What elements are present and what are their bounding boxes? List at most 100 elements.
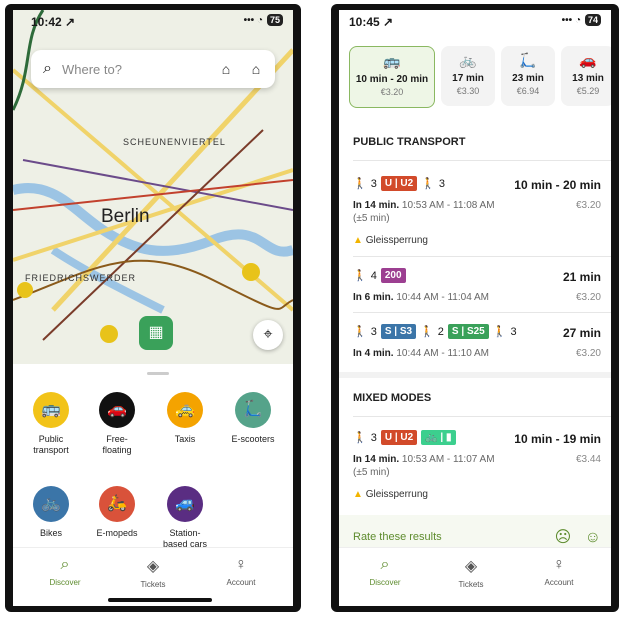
search-input[interactable]: Where to? xyxy=(62,62,215,77)
alert-text: Gleissperrung xyxy=(365,489,428,500)
tab-label: Account xyxy=(544,578,574,587)
locate-me-button[interactable]: ⌖ xyxy=(253,320,283,350)
battery-icon: 74 xyxy=(584,14,601,26)
map-label-berlin: Berlin xyxy=(101,206,150,227)
walk-icon: 🚶 xyxy=(353,432,367,444)
divider xyxy=(353,160,611,161)
tab-tickets[interactable]: ◈ Tickets xyxy=(441,556,501,589)
walk-icon: 🚶 xyxy=(353,270,367,282)
mode-card-bike[interactable]: 🚲 17 min €3.30 xyxy=(441,46,495,106)
status-bar: 10:45 ↗ ••• ◔ 74 xyxy=(339,10,611,34)
battery-icon: 75 xyxy=(266,14,283,26)
tab-bar: ⌕ Discover ◈ Tickets ♀ Account xyxy=(13,547,293,606)
map-label-friedrichswerder: FRIEDRICHSWERDER xyxy=(25,273,137,283)
status-time: 10:42 ↗ xyxy=(31,15,76,29)
bike-share-badge: 🚲 | ▮ xyxy=(421,430,456,445)
walk-icon: 🚶 xyxy=(353,178,367,190)
search-bar[interactable]: ⌕ Where to? ⌂ ⌂ xyxy=(31,50,275,88)
work-icon[interactable]: ⌂ xyxy=(215,61,237,77)
route-option[interactable]: 🚶 3 U | U2 🚲 | ▮ 10 min - 19 min €3.44 In… xyxy=(353,430,601,502)
signal-icon: ••• ◔ xyxy=(243,14,263,26)
divider xyxy=(353,416,611,417)
line-badge: U | U2 xyxy=(380,176,418,191)
signal-icon: ••• ◔ xyxy=(561,14,581,26)
tab-discover[interactable]: ⌕ Discover xyxy=(355,556,415,587)
mode-card-time: 17 min xyxy=(452,73,484,84)
account-icon: ♀ xyxy=(235,556,247,573)
route-price: €3.20 xyxy=(575,292,601,303)
walk-icon: 🚶 xyxy=(492,326,507,338)
walk-minutes: 3 xyxy=(370,177,377,190)
rate-results-label: Rate these results xyxy=(353,531,442,543)
route-duration: 10 min - 19 min xyxy=(514,432,601,446)
mode-scooter[interactable]: 🛴 E-scooters xyxy=(221,392,285,445)
mode-label: Free- floating xyxy=(102,434,132,455)
car-icon: 🚗 xyxy=(579,52,597,68)
mode-card-car[interactable]: 🚗 13 min €5.29 xyxy=(561,46,611,106)
mode-bus[interactable]: 🚌 Public transport xyxy=(19,392,83,456)
time-range: 10:44 AM - 11:10 AM xyxy=(396,348,489,359)
scooter-icon: 🛴 xyxy=(235,392,271,428)
thumbs-up-icon[interactable]: ☺ xyxy=(585,529,601,546)
walk-minutes: 3 xyxy=(438,177,446,190)
route-duration: 27 min xyxy=(562,326,601,340)
mode-cards: 🚌 10 min - 20 min €3.20 🚲 17 min €3.30 🛴… xyxy=(339,46,611,110)
mode-card-public-transport[interactable]: 🚌 10 min - 20 min €3.20 xyxy=(349,46,435,108)
taxi-icon: 🚕 xyxy=(167,392,203,428)
station-car-icon: 🚙 xyxy=(167,486,203,522)
route-times: In 14 min. 10:53 AM - 11:07 AM (±5 min) xyxy=(353,453,503,479)
depart-in: In 14 min. xyxy=(353,200,400,211)
thumbs-down-icon[interactable]: ☹ xyxy=(555,529,572,546)
target-icon: ⌖ xyxy=(263,326,273,343)
mode-moped[interactable]: 🛵 E-mopeds xyxy=(85,486,149,539)
moped-icon: 🛵 xyxy=(99,486,135,522)
home-icon[interactable]: ⌂ xyxy=(245,61,267,77)
mode-label: E-mopeds xyxy=(96,528,138,538)
mode-card-time: 10 min - 20 min xyxy=(355,74,429,85)
mode-card-scooter[interactable]: 🛴 23 min €6.94 xyxy=(501,46,555,106)
alert-text: Gleissperrung xyxy=(365,235,428,246)
route-price: €3.20 xyxy=(575,348,601,359)
tab-account[interactable]: ♀ Account xyxy=(529,556,589,587)
mode-label: Taxis xyxy=(174,434,196,444)
route-option[interactable]: 🚶 3 U | U2 🚶 3 10 min - 20 min €3.20 In 14… xyxy=(353,176,601,248)
route-duration: 21 min xyxy=(562,270,601,284)
mode-taxi[interactable]: 🚕 Taxis xyxy=(153,392,217,445)
route-option[interactable]: 🚶 3 S | S3 🚶 2 S | S25 🚶 3 27 min €3.20 In … xyxy=(353,324,601,364)
tab-account[interactable]: ♀ Account xyxy=(211,556,271,587)
discover-screen: SCHEUNENVIERTEL FRIEDRICHSWERDER Berlin … xyxy=(13,10,293,606)
tab-label: Tickets xyxy=(140,580,166,589)
search-icon: ⌕ xyxy=(380,556,390,573)
status-bar: 10:42 ↗ ••• ◔ 75 xyxy=(13,10,293,34)
walk-minutes: 3 xyxy=(370,325,377,338)
route-times: In 14 min. 10:53 AM - 11:08 AM (±5 min) xyxy=(353,199,503,225)
search-icon: ⌕ xyxy=(43,60,52,77)
tab-tickets[interactable]: ◈ Tickets xyxy=(123,556,183,589)
mode-bike[interactable]: 🚲 Bikes xyxy=(19,486,83,539)
station-pin-icon[interactable]: ▦ xyxy=(139,316,173,350)
depart-in: In 14 min. xyxy=(353,454,400,465)
route-option[interactable]: 🚶 4 200 21 min €3.20 In 6 min. 10:44 AM -… xyxy=(353,268,601,308)
walk-icon: 🚶 xyxy=(420,326,434,338)
walk-icon: 🚶 xyxy=(421,178,435,190)
sheet-handle[interactable] xyxy=(147,372,169,375)
phone-right: 10:45 ↗ ••• ◔ 74 🚌 10 min - 20 min €3.20 … xyxy=(331,4,619,612)
mode-card-price: €3.30 xyxy=(456,86,480,96)
walk-icon: 🚶 xyxy=(353,326,367,338)
ticket-icon: ◈ xyxy=(146,558,160,575)
walk-minutes: 3 xyxy=(510,325,517,338)
tab-label: Discover xyxy=(369,578,401,587)
mode-station-car[interactable]: 🚙 Station- based cars xyxy=(153,486,217,550)
route-times: In 4 min. 10:44 AM - 11:10 AM xyxy=(353,347,553,360)
time-range: 10:44 AM - 11:04 AM xyxy=(396,292,489,303)
line-badge: 200 xyxy=(380,268,406,283)
line-badge: S | S3 xyxy=(380,324,417,339)
route-times: In 6 min. 10:44 AM - 11:04 AM xyxy=(353,291,553,304)
tab-discover[interactable]: ⌕ Discover xyxy=(35,556,95,587)
tab-label: Discover xyxy=(49,578,81,587)
section-mixed-modes: MIXED MODES xyxy=(353,392,432,404)
account-icon: ♀ xyxy=(553,556,565,573)
mode-car[interactable]: 🚗 Free- floating xyxy=(85,392,149,456)
section-divider xyxy=(339,372,611,378)
depart-in: In 6 min. xyxy=(353,292,394,303)
